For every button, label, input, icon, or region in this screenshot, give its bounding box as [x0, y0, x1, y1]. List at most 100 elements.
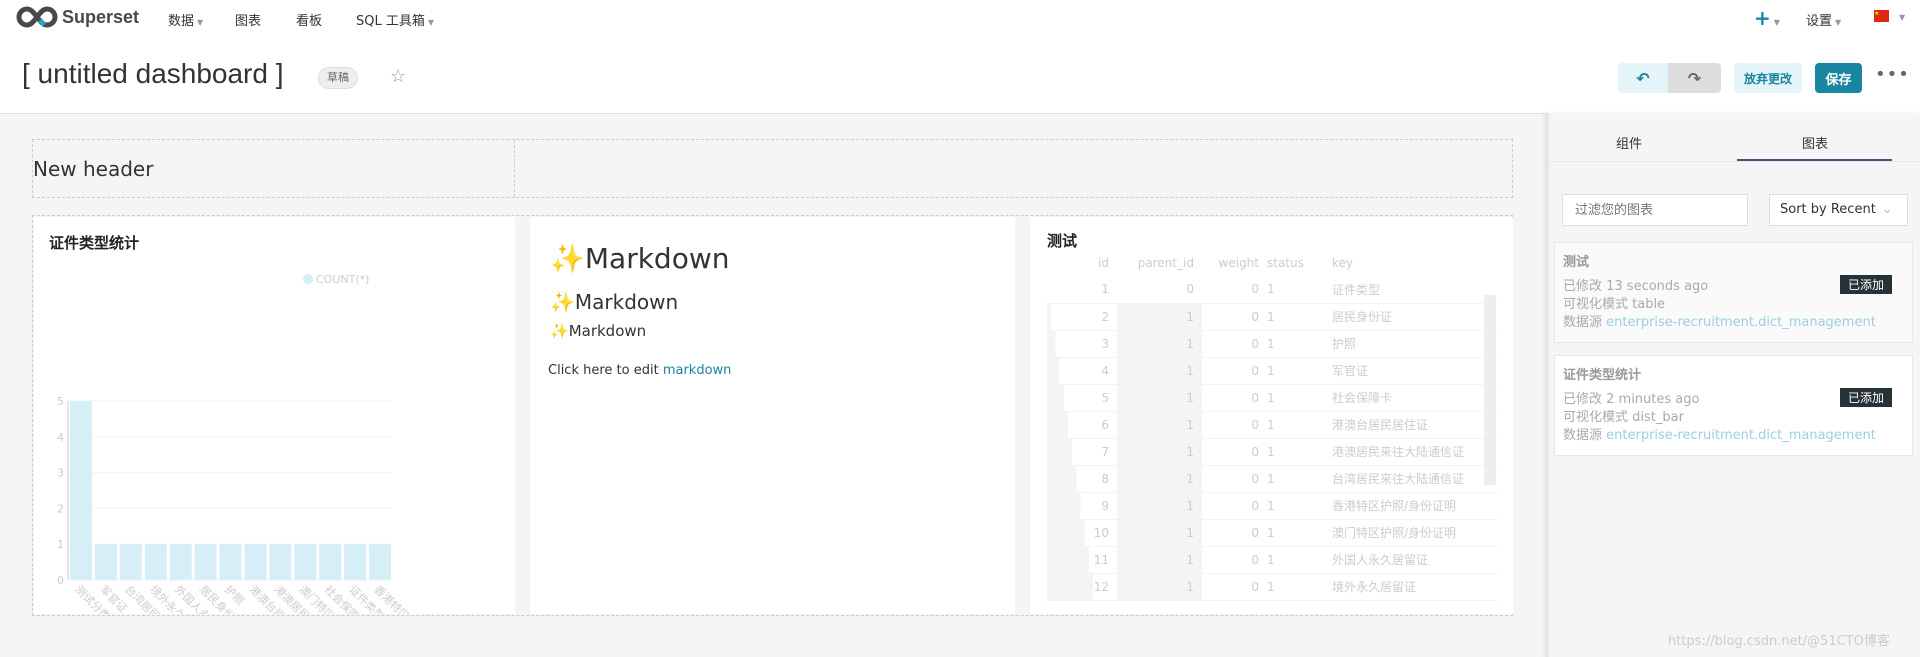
table-row: 11 1 0 1 外国人永久居留证: [1047, 546, 1497, 574]
table-cell: 1: [1267, 303, 1332, 331]
markdown-panel[interactable]: ✨Markdown ✨Markdown ✨Markdown Click here…: [530, 217, 1015, 614]
column-header-weight[interactable]: weight: [1202, 250, 1267, 276]
sparkles-icon: ✨: [550, 242, 585, 275]
markdown-h3: ✨Markdown: [550, 322, 646, 340]
chart-filter-input[interactable]: [1562, 194, 1748, 226]
table-cell: 1: [1267, 384, 1332, 412]
card-datasource-link[interactable]: enterprise-recruitment.dict_management: [1606, 428, 1876, 443]
table-cell: 1: [1267, 465, 1332, 493]
table-cell: 证件类型: [1332, 276, 1497, 304]
table-cell: 0: [1202, 465, 1267, 493]
ellipsis-icon[interactable]: •••: [1875, 64, 1910, 85]
bar: [119, 544, 142, 580]
table-cell: 居民身份证: [1332, 303, 1497, 331]
discard-changes-button[interactable]: 放弃更改: [1734, 63, 1802, 93]
markdown-h2: ✨Markdown: [550, 290, 678, 314]
table-cell: 1: [1047, 276, 1117, 304]
card-viz-type: 可视化模式 table: [1563, 297, 1666, 312]
undo-icon: ↶: [1636, 68, 1650, 88]
sparkles-icon: ✨: [550, 322, 569, 340]
bar: [169, 544, 192, 580]
column-header-key[interactable]: key: [1332, 250, 1497, 276]
table-cell: 军官证: [1332, 357, 1497, 385]
table-cell: 1: [1117, 438, 1202, 466]
divider: [1549, 161, 1920, 162]
china-flag-icon[interactable]: ★: [1874, 10, 1889, 22]
table-row: 9 1 0 1 香港特区护照/身份证明: [1047, 492, 1497, 520]
y-tick-label: 2: [57, 502, 64, 515]
table-panel[interactable]: 测试 id parent_id weight status key 1 0 0 1 证件类型 2 1…: [1030, 217, 1513, 614]
table-cell: 3: [1047, 330, 1117, 358]
bar: [269, 544, 292, 580]
bar: [294, 544, 317, 580]
markdown-h2-text: Markdown: [574, 290, 679, 314]
brand-name: Superset: [62, 6, 140, 27]
nav-label: SQL 工具箱: [356, 14, 425, 29]
bar: [70, 401, 92, 580]
table-cell: 1: [1117, 330, 1202, 358]
brand-logo[interactable]: Superset: [16, 6, 139, 28]
tab-components[interactable]: 组件: [1539, 133, 1719, 152]
plus-icon[interactable]: + ▼: [1754, 6, 1780, 30]
undo-button[interactable]: ↶: [1618, 63, 1668, 93]
dashboard-header-text[interactable]: New header: [33, 140, 515, 197]
settings-menu[interactable]: 设置 ▼: [1806, 10, 1841, 29]
table-cell: 0: [1202, 573, 1267, 601]
table-cell: 0: [1202, 411, 1267, 439]
y-tick-label: 1: [57, 538, 64, 551]
nav-data[interactable]: 数据 ▼: [168, 10, 203, 29]
dashboard-title[interactable]: [ untitled dashboard ]: [22, 58, 284, 90]
sparkles-icon: ✨: [550, 290, 575, 314]
caret-down-icon: ▼: [197, 18, 204, 27]
x-tick-label: 香港特区护照/身份证明: [371, 582, 461, 614]
sort-select[interactable]: Sort by Recent ⌄: [1769, 194, 1908, 226]
table-cell: 5: [1047, 384, 1117, 412]
save-button[interactable]: 保存: [1815, 63, 1862, 93]
table-cell: 港澳台居民居住证: [1332, 411, 1497, 439]
chart-panel-bar[interactable]: 证件类型统计 012345测试分类军官证台湾居民来往大陆通信证境外永久居留证外国…: [34, 217, 515, 614]
chart-card[interactable]: 测试 已修改 13 seconds ago 可视化模式 table 数据源 en…: [1554, 242, 1913, 343]
y-tick-label: 5: [57, 395, 64, 408]
table-cell: 6: [1047, 411, 1117, 439]
markdown-edit-hint[interactable]: Click here to edit markdown: [548, 363, 731, 378]
top-nav: Superset 数据 ▼ 图表 看板 SQL 工具箱 ▼ + ▼ 设置 ▼ ★ ▼: [0, 0, 1920, 40]
table-cell: 1: [1117, 519, 1202, 547]
bar: [369, 544, 391, 580]
chevron-down-icon: ⌄: [1881, 202, 1893, 217]
table-cell: 1: [1267, 276, 1332, 304]
table-scrollbar[interactable]: [1484, 295, 1496, 485]
nav-sql-lab[interactable]: SQL 工具箱 ▼: [356, 10, 434, 29]
table-cell: 8: [1047, 465, 1117, 493]
markdown-link[interactable]: markdown: [663, 363, 732, 378]
table-cell: 2: [1047, 303, 1117, 331]
data-table: id parent_id weight status key 1 0 0 1 证件类型 2 1 0 1 居…: [1047, 250, 1497, 601]
table-cell: 0: [1202, 492, 1267, 520]
column-header-parent_id[interactable]: parent_id: [1117, 250, 1202, 276]
tab-charts[interactable]: 图表: [1725, 133, 1905, 152]
card-ds-label: 数据源: [1563, 428, 1607, 443]
redo-button[interactable]: ↷: [1668, 63, 1721, 93]
y-tick-label: 0: [57, 574, 64, 587]
table-cell: 1: [1267, 438, 1332, 466]
table-cell: 1: [1267, 546, 1332, 574]
table-row: 6 1 0 1 港澳台居民居住证: [1047, 411, 1497, 439]
card-datasource-link[interactable]: enterprise-recruitment.dict_management: [1606, 315, 1876, 330]
table-cell: 1: [1117, 411, 1202, 439]
markdown-h1: ✨Markdown: [550, 242, 729, 275]
table-cell: 1: [1117, 357, 1202, 385]
draft-badge: 草稿: [318, 67, 358, 89]
table-cell: 1: [1117, 546, 1202, 574]
card-title: 测试: [1563, 255, 1590, 270]
star-icon[interactable]: ☆: [390, 66, 406, 87]
nav-dashboards[interactable]: 看板: [296, 10, 322, 29]
settings-label: 设置: [1806, 14, 1833, 29]
column-header-id[interactable]: id: [1047, 250, 1117, 276]
nav-charts[interactable]: 图表: [235, 10, 261, 29]
chart-card[interactable]: 证件类型统计 已修改 2 minutes ago 可视化模式 dist_bar …: [1554, 355, 1913, 456]
chart-title: 测试: [1047, 232, 1078, 250]
column-header-status[interactable]: status: [1267, 250, 1332, 276]
table-row: 8 1 0 1 台湾居民来往大陆通信证: [1047, 465, 1497, 493]
table-row: 12 1 0 1 境外永久居留证: [1047, 573, 1497, 601]
bar: [244, 544, 267, 580]
redo-icon: ↷: [1687, 68, 1702, 88]
